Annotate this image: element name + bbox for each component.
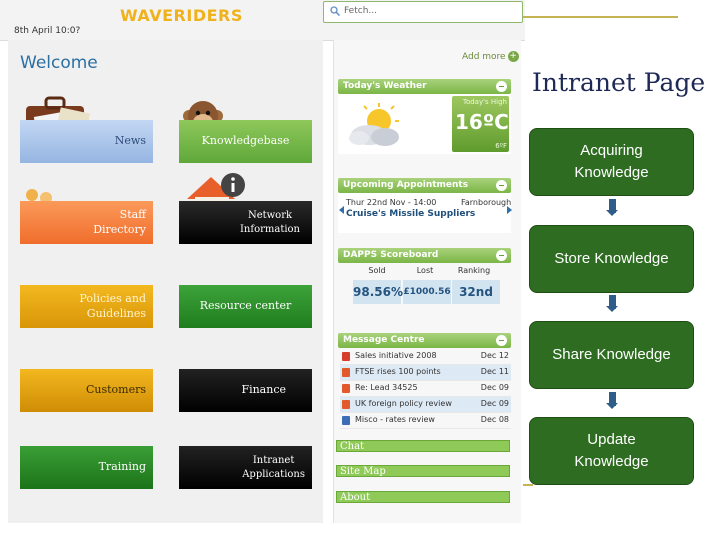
tile-label: Knowledgebase — [201, 134, 290, 148]
page-title: Intranet Page — [532, 68, 706, 97]
arrow-down-icon — [606, 199, 618, 216]
link-site-map[interactable]: Site Map — [336, 465, 510, 477]
message-title: UK foreign policy review — [355, 399, 452, 408]
step-share-knowledge: Share Knowledge — [529, 321, 694, 389]
message-item[interactable]: Re: Lead 34525 Dec 09 — [340, 381, 511, 397]
step-acquiring-knowledge: Acquiring Knowledge — [529, 128, 694, 196]
appointment-title[interactable]: Cruise's Missile Suppliers — [346, 209, 475, 219]
widget-title: Message Centre — [343, 335, 425, 345]
temperature-value: 16ºC — [455, 110, 509, 134]
collapse-icon[interactable] — [496, 81, 507, 92]
tile-intranet-applications[interactable]: Intranet Applications — [179, 446, 312, 489]
tile-label: Network Information — [239, 210, 300, 235]
widget-title: Upcoming Appointments — [343, 180, 469, 190]
message-date: Dec 09 — [480, 383, 509, 392]
sun-cloud-icon — [349, 103, 399, 146]
widget-title: DAPPS Scoreboard — [343, 250, 439, 260]
score-value-lost: £1000.56 — [403, 280, 451, 304]
divider-line — [523, 16, 678, 18]
message-date: Dec 09 — [480, 399, 509, 408]
add-more-button[interactable]: Add more + — [462, 51, 519, 62]
score-header-ranking: Ranking — [457, 266, 491, 275]
plus-icon: + — [507, 51, 519, 62]
search-placeholder: Fetch... — [344, 6, 377, 16]
link-chat[interactable]: Chat — [336, 440, 510, 452]
message-item[interactable]: UK foreign policy review Dec 09 — [340, 397, 511, 413]
message-title: Sales initiative 2008 — [355, 351, 437, 360]
intranet-screenshot: WAVERIDERS 8th April 10:0? Fetch... Welc… — [0, 0, 525, 523]
next-arrow-icon[interactable] — [507, 206, 512, 214]
step-store-knowledge: Store Knowledge — [529, 225, 694, 293]
tile-knowledgebase[interactable]: Knowledgebase — [179, 120, 312, 163]
appointment-location: Farnborough — [461, 198, 512, 207]
tile-news[interactable]: News — [20, 120, 153, 163]
tile-label: Customers — [85, 383, 146, 397]
message-item[interactable]: Sales initiative 2008 Dec 12 — [340, 349, 511, 365]
tile-customers[interactable]: Customers — [20, 369, 153, 412]
tile-finance[interactable]: Finance — [179, 369, 312, 412]
arrow-down-icon — [606, 392, 618, 409]
message-item[interactable]: FTSE rises 100 points Dec 11 — [340, 365, 511, 381]
add-more-label: Add more — [462, 52, 506, 62]
widget-title: Today's Weather — [343, 81, 427, 91]
arrow-down-icon — [606, 295, 618, 312]
date-time: 8th April 10:0? — [14, 26, 81, 36]
tile-staff-directory[interactable]: Staff Directory — [20, 201, 153, 244]
tile-resource-center[interactable]: Resource center — [179, 285, 312, 328]
tile-label: Training — [98, 460, 146, 474]
tile-network-information[interactable]: Network Information — [179, 201, 312, 244]
appointments-widget-header: Upcoming Appointments — [338, 178, 511, 193]
collapse-icon[interactable] — [496, 335, 507, 346]
tile-label: Intranet Applications — [242, 455, 305, 480]
score-header-sold: Sold — [368, 266, 386, 275]
divider-line — [523, 484, 533, 486]
score-value-sold: 98.56% — [353, 280, 403, 304]
pdf-icon — [342, 352, 350, 361]
collapse-icon[interactable] — [496, 250, 507, 261]
message-title: Misco - rates review — [355, 415, 435, 424]
search-input[interactable]: Fetch... — [323, 1, 523, 23]
rss-icon — [342, 368, 350, 377]
message-date: Dec 11 — [480, 367, 509, 376]
collapse-icon[interactable] — [496, 180, 507, 191]
tile-label: Resource center — [199, 299, 292, 313]
weather-widget-header: Today's Weather — [338, 79, 511, 94]
appointment-date: Thur 22nd Nov - 14:00 — [346, 198, 437, 207]
link-about[interactable]: About — [336, 491, 510, 503]
message-centre-header: Message Centre — [338, 333, 511, 348]
message-title: Re: Lead 34525 — [355, 383, 418, 392]
message-date: Dec 08 — [480, 415, 509, 424]
tile-training[interactable]: Training — [20, 446, 153, 489]
low-temperature: 6ºF — [495, 142, 507, 150]
score-header-lost: Lost — [416, 266, 434, 275]
scoreboard-widget-header: DAPPS Scoreboard — [338, 248, 511, 263]
message-item[interactable]: Misco - rates review Dec 08 — [340, 413, 511, 429]
rss-icon — [342, 384, 350, 393]
score-value-ranking: 32nd — [452, 280, 500, 304]
welcome-heading: Welcome — [20, 53, 98, 73]
step-update-knowledge: Update Knowledge — [529, 417, 694, 485]
rss-icon — [342, 400, 350, 409]
tile-label: Policies and Guidelines — [79, 291, 146, 320]
doc-icon — [342, 416, 350, 425]
tile-label: Staff Directory — [93, 207, 146, 236]
message-title: FTSE rises 100 points — [355, 367, 441, 376]
search-icon — [330, 6, 340, 16]
tile-label: Finance — [241, 383, 286, 397]
brand-logo: WAVERIDERS — [120, 6, 243, 25]
tile-policies-guidelines[interactable]: Policies and Guidelines — [20, 285, 153, 328]
message-date: Dec 12 — [480, 351, 509, 360]
high-label: Today's High — [462, 98, 507, 106]
tile-label: News — [114, 134, 146, 148]
previous-arrow-icon[interactable] — [339, 206, 344, 214]
